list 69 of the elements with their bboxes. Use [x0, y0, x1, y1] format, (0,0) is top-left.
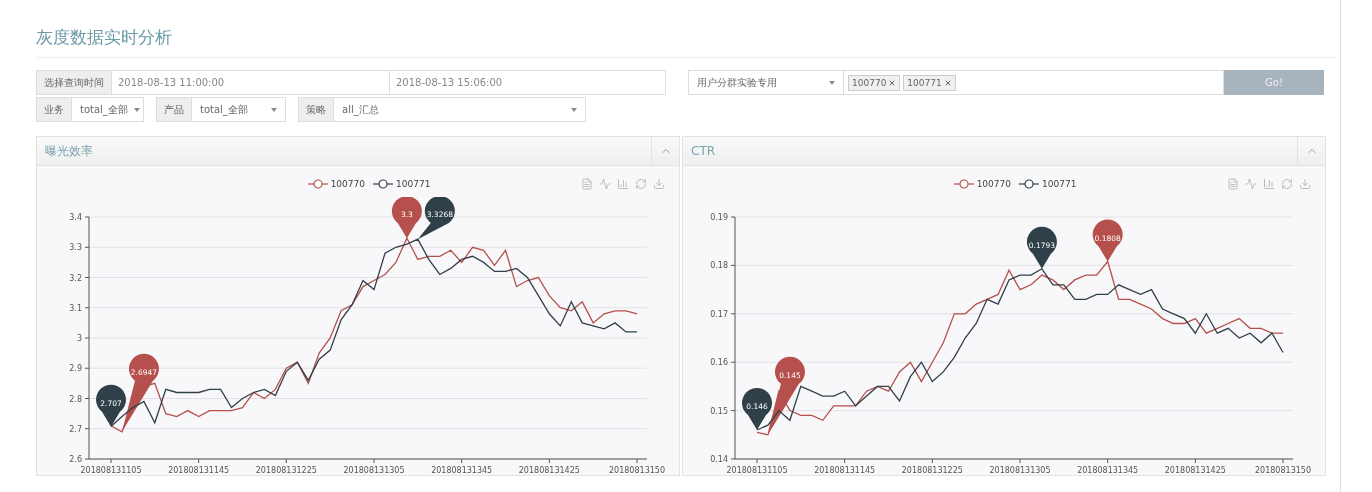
refresh-icon[interactable]: [1281, 178, 1293, 191]
legend-item[interactable]: 100771: [1019, 179, 1077, 190]
download-icon[interactable]: [653, 178, 665, 191]
legend-item[interactable]: 100770: [307, 179, 365, 190]
start-time-field[interactable]: 2018-08-13 11:00:00: [112, 70, 390, 95]
x-tick-label: 201808131225: [901, 465, 963, 475]
dropdown-select[interactable]: total_全部: [72, 97, 144, 122]
select-value: total_全部: [200, 102, 248, 117]
tag-chip: 100770: [848, 74, 901, 91]
panel-title: CTR: [690, 144, 716, 158]
data-view-icon[interactable]: [581, 178, 593, 191]
caret-icon: [133, 107, 140, 112]
y-tick-label: 2.8: [69, 394, 82, 404]
legend-item[interactable]: 100771: [373, 179, 431, 190]
x-tick-label: 201808131145: [168, 465, 230, 475]
y-tick-label: 2.6: [69, 454, 82, 464]
data-view-icon[interactable]: [1227, 178, 1239, 191]
tag-input[interactable]: 100770 100771: [844, 70, 1224, 95]
x-tick-label: 201808131425: [518, 465, 580, 475]
y-tick-label: 0.18: [710, 261, 728, 271]
y-tick-label: 0.17: [710, 309, 728, 319]
refresh-icon[interactable]: [635, 178, 647, 191]
group-select[interactable]: 用户分群实验专用: [688, 70, 844, 95]
x-tick-label: 201808131105: [726, 465, 788, 475]
y-tick-label: 3.1: [69, 303, 82, 313]
legend-item[interactable]: 100770: [953, 179, 1011, 190]
x-tick-label: 201808131105: [80, 465, 142, 475]
caret-icon: [271, 107, 277, 112]
field-label: 选择查询时间: [36, 70, 112, 95]
select-value: total_全部: [80, 102, 128, 117]
y-tick-label: 0.16: [710, 358, 728, 368]
end-time-field[interactable]: 2018-08-13 15:06:00: [390, 70, 666, 95]
dropdown-select[interactable]: total_全部: [192, 97, 286, 122]
x-tick-label: 201808131305: [989, 465, 1051, 475]
caret-icon: [571, 107, 577, 112]
download-icon[interactable]: [1299, 178, 1311, 191]
x-tick-label: 201808131425: [1164, 465, 1226, 475]
bar-chart-icon[interactable]: [617, 178, 629, 191]
dropdown-select[interactable]: all_汇总: [334, 97, 586, 122]
x-tick-label: 201808131145: [814, 465, 876, 475]
line-chart-icon[interactable]: [1245, 178, 1257, 191]
x-tick-label: 201808131225: [255, 465, 317, 475]
y-tick-label: 3.4: [69, 212, 82, 222]
field-label: 产品: [156, 97, 192, 122]
field-label: 业务: [36, 97, 72, 122]
x-tick-label: 201808131345: [1077, 465, 1139, 475]
y-tick-label: 2.7: [69, 424, 82, 434]
panel-title: 曝光效率: [44, 142, 93, 160]
page-title: 灰度数据实时分析: [36, 0, 1336, 58]
select-value: all_汇总: [342, 102, 379, 117]
y-tick-label: 0.15: [710, 406, 728, 416]
remove-icon[interactable]: [888, 78, 897, 87]
select-value: 用户分群实验专用: [697, 75, 777, 90]
x-tick-label: 20180813150: [1255, 465, 1311, 475]
tag-chip: 100771: [903, 74, 956, 91]
bar-chart-icon[interactable]: [1263, 178, 1275, 191]
y-tick-label: 3.3: [69, 243, 82, 253]
y-tick-label: 0.19: [710, 212, 728, 222]
y-tick-label: 3.2: [69, 273, 82, 283]
x-tick-label: 201808131345: [431, 465, 493, 475]
x-tick-label: 20180813150: [609, 465, 665, 475]
line-chart-icon[interactable]: [599, 178, 611, 191]
y-tick-label: 2.9: [69, 364, 82, 374]
y-tick-label: 0.14: [710, 454, 728, 464]
x-tick-label: 201808131305: [343, 465, 405, 475]
remove-icon[interactable]: [943, 78, 952, 87]
field-label: 策略: [298, 97, 334, 122]
caret-icon: [829, 80, 835, 85]
y-tick-label: 3: [76, 333, 82, 343]
